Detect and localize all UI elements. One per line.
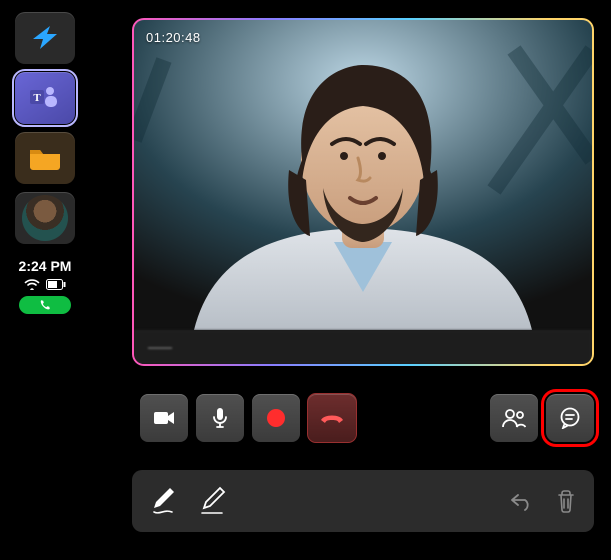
hangup-button[interactable] — [308, 394, 356, 442]
call-controls-right — [490, 394, 594, 442]
teams-icon: T — [29, 84, 61, 112]
wifi-icon — [24, 278, 40, 290]
pen-button[interactable] — [150, 486, 178, 516]
active-call-pill[interactable] — [19, 296, 71, 314]
person-silhouette-icon — [134, 20, 592, 330]
sidebar-app-power[interactable] — [15, 12, 75, 64]
delete-button[interactable] — [556, 489, 576, 513]
pencil-icon — [200, 486, 228, 516]
status-row — [24, 278, 66, 290]
battery-icon — [46, 279, 66, 290]
sidebar-app-files[interactable] — [15, 132, 75, 184]
people-button[interactable] — [490, 394, 538, 442]
app-sidebar: T 2:24 PM — [10, 12, 80, 314]
undo-icon — [510, 491, 534, 511]
sidebar-app-teams[interactable]: T — [15, 72, 75, 124]
phone-icon — [39, 299, 51, 311]
record-button[interactable] — [252, 394, 300, 442]
pencil-button[interactable] — [200, 486, 228, 516]
clock-label: 2:24 PM — [19, 258, 72, 274]
chat-button[interactable] — [546, 394, 594, 442]
svg-text:T: T — [33, 92, 41, 104]
participant-name: —— — [148, 340, 172, 354]
chat-icon — [559, 407, 581, 429]
call-timer: 01:20:48 — [146, 30, 201, 45]
power-icon — [30, 25, 60, 51]
sidebar-contact-avatar[interactable] — [15, 192, 75, 244]
call-controls — [140, 394, 356, 442]
people-icon — [502, 408, 526, 428]
avatar-icon — [22, 195, 68, 241]
participant-name-strip: —— — [134, 330, 592, 364]
video-call-window: 01:20:48 — [132, 18, 594, 366]
camera-icon — [153, 410, 175, 426]
folder-icon — [28, 146, 62, 170]
trash-icon — [556, 489, 576, 513]
undo-button[interactable] — [510, 491, 534, 511]
camera-button[interactable] — [140, 394, 188, 442]
participant-video — [134, 20, 592, 330]
mic-icon — [212, 407, 228, 429]
pen-icon — [150, 486, 178, 516]
mic-button[interactable] — [196, 394, 244, 442]
hangup-icon — [319, 411, 345, 425]
ink-toolbar — [132, 470, 594, 532]
